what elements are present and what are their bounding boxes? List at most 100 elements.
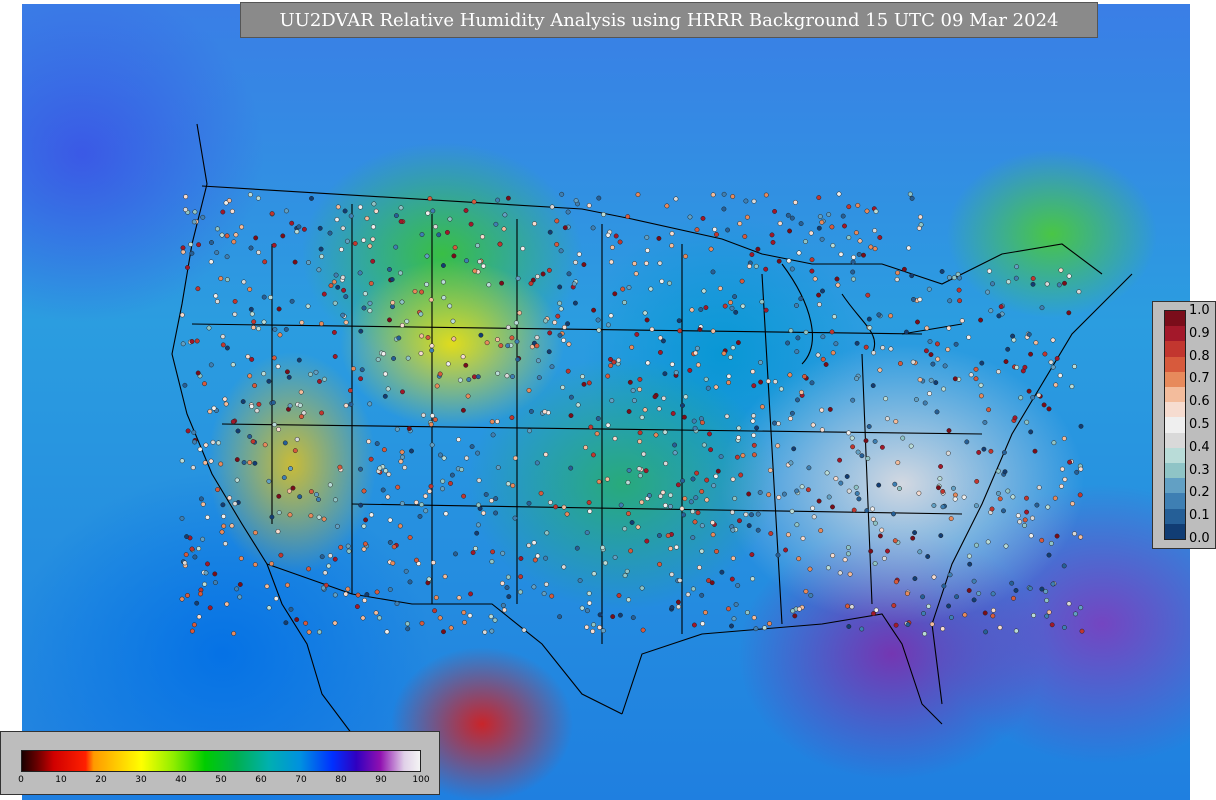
colorbar-segment <box>1165 447 1185 464</box>
station-dot <box>778 386 784 392</box>
station-dot <box>703 376 709 382</box>
station-dot <box>946 275 952 280</box>
station-dot <box>430 560 436 566</box>
station-dot <box>922 631 928 637</box>
station-dot <box>583 445 589 450</box>
station-dot <box>636 466 642 472</box>
station-dot <box>480 234 485 240</box>
station-dot <box>419 333 425 339</box>
station-dot <box>375 357 381 362</box>
station-dot <box>367 243 373 249</box>
station-dot <box>195 370 201 376</box>
station-dot <box>327 230 333 236</box>
station-dot <box>437 371 443 377</box>
station-dot <box>200 501 206 507</box>
station-dot <box>646 493 652 498</box>
station-dot <box>1010 494 1016 500</box>
station-dot <box>469 444 475 450</box>
station-dot <box>1030 281 1036 287</box>
station-dot <box>945 347 951 352</box>
station-dot <box>493 221 499 227</box>
station-dot <box>316 514 322 520</box>
station-dot <box>419 502 425 508</box>
station-dot <box>656 406 662 412</box>
station-dot <box>513 320 519 326</box>
station-dot <box>536 375 542 381</box>
station-dot <box>743 512 749 517</box>
station-dot <box>708 246 714 252</box>
station-dot <box>332 354 338 359</box>
station-dot <box>637 473 643 479</box>
station-dot <box>1066 273 1072 279</box>
station-dot <box>971 597 977 603</box>
station-dot <box>450 318 456 324</box>
station-dot <box>205 514 210 520</box>
station-dot <box>1039 586 1045 592</box>
station-dot <box>541 591 547 597</box>
station-dot <box>212 571 218 577</box>
station-dot <box>208 458 214 464</box>
colorbar-tick-label: 90 <box>375 775 387 785</box>
station-dot <box>766 492 772 498</box>
station-dot <box>299 320 305 326</box>
station-dot <box>758 379 764 385</box>
station-dot <box>966 553 972 559</box>
station-dot <box>554 241 560 247</box>
station-dot <box>505 343 511 349</box>
station-dot <box>810 422 816 428</box>
station-dot <box>876 312 882 318</box>
station-dot <box>795 335 801 341</box>
station-dot <box>317 225 323 231</box>
station-dot <box>622 526 628 532</box>
station-dot <box>213 293 219 299</box>
station-dot <box>663 461 669 466</box>
station-dot <box>656 235 662 241</box>
colorbar-tick-label: 70 <box>295 775 307 785</box>
station-dot <box>616 357 622 363</box>
station-dot <box>757 490 763 495</box>
station-dot <box>605 422 611 428</box>
station-dot <box>792 613 798 619</box>
station-dot <box>867 325 873 331</box>
station-dot <box>833 476 839 482</box>
station-dot <box>639 585 645 591</box>
station-dot <box>928 377 934 383</box>
station-dot <box>982 419 988 425</box>
station-dot <box>810 505 816 511</box>
station-dot <box>857 238 863 244</box>
station-dot <box>897 486 902 491</box>
station-dot <box>877 533 883 539</box>
station-dot <box>816 292 822 298</box>
station-dot <box>490 432 496 438</box>
station-dot <box>192 554 198 560</box>
station-dot <box>1079 628 1085 634</box>
station-dot <box>1014 364 1020 370</box>
station-dot <box>816 195 822 201</box>
station-dot <box>951 275 957 281</box>
station-dot <box>317 629 322 635</box>
station-dot <box>362 291 368 297</box>
station-dot <box>794 349 800 355</box>
station-dot <box>930 361 936 367</box>
station-dot <box>996 369 1001 375</box>
station-dot <box>609 244 615 250</box>
station-dot <box>819 236 825 242</box>
station-dot <box>208 259 214 265</box>
station-dot <box>180 245 186 251</box>
station-dot <box>397 523 403 529</box>
station-dot <box>478 332 484 338</box>
station-dot <box>641 451 647 457</box>
station-dot <box>1039 305 1045 311</box>
station-dot <box>321 291 327 297</box>
station-dot <box>1062 280 1067 286</box>
station-dot <box>677 577 683 583</box>
station-dot <box>802 374 807 379</box>
station-dot <box>354 604 360 610</box>
station-dot <box>441 455 447 461</box>
colorbar-tick-label: 0.6 <box>1189 394 1210 410</box>
station-dot <box>662 371 668 377</box>
station-dot <box>374 589 380 595</box>
station-dot <box>721 191 727 197</box>
station-dot <box>978 317 984 323</box>
station-dot <box>584 608 590 614</box>
